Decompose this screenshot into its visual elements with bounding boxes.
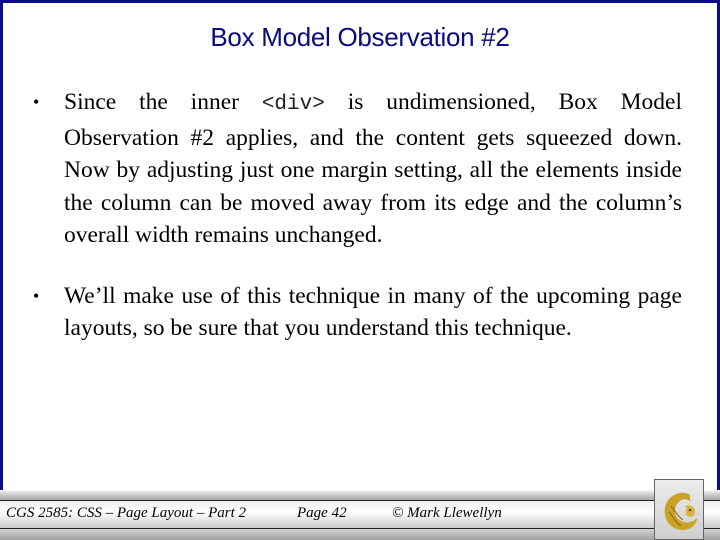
bullet-marker: • <box>33 92 40 112</box>
footer-bottom-band <box>0 529 720 540</box>
bullet-text: We’ll make use of this technique in many… <box>64 282 682 342</box>
bullet-marker: • <box>33 285 40 306</box>
footer-course: CGS 2585: CSS – Page Layout – Part 2 <box>6 505 246 521</box>
logo-box <box>654 479 704 540</box>
slide-title: Box Model Observation #2 <box>210 22 510 52</box>
bullet-list: • Since the inner <div> is undimensioned… <box>30 86 682 373</box>
bullet-item: • Since the inner <div> is undimensioned… <box>30 86 682 252</box>
code-snippet: <div> <box>261 93 325 116</box>
footer-top-band <box>0 490 720 501</box>
pegasus-logo-icon <box>664 492 697 530</box>
bullet-text-before: Since the inner <box>64 89 262 115</box>
footer-copyright: © Mark Llewellyn <box>392 505 502 521</box>
footer-page-number: Page 42 <box>297 505 347 521</box>
bullet-item: • We’ll make use of this technique in ma… <box>30 280 682 345</box>
